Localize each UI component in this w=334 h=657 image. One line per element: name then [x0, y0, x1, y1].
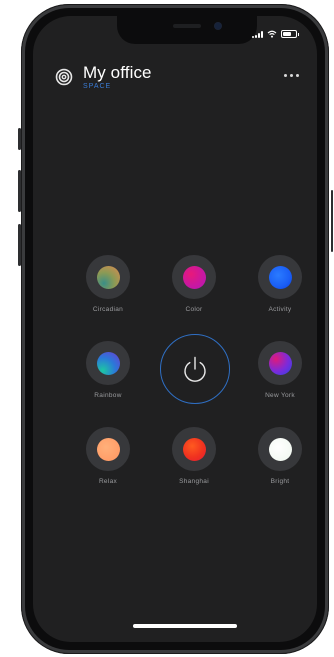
shanghai-swatch [182, 437, 206, 461]
page-subtitle: SPACE [83, 83, 112, 90]
preset-ring [172, 427, 216, 471]
new-york-swatch [268, 351, 292, 375]
preset-label: Activity [268, 306, 292, 313]
color-swatch [182, 265, 206, 289]
power-icon [184, 356, 206, 382]
home-indicator[interactable] [133, 624, 237, 628]
preset-ring [258, 255, 302, 299]
power-toggle-button[interactable] [160, 334, 230, 404]
relax-swatch [96, 437, 120, 461]
preset-circadian[interactable]: Circadian [78, 255, 138, 313]
page-header: My office SPACE [55, 64, 152, 90]
preset-label: Bright [270, 478, 290, 485]
preset-label: Relax [98, 478, 118, 485]
preset-color[interactable]: Color [164, 255, 224, 313]
activity-swatch [268, 265, 292, 289]
preset-shanghai[interactable]: Shanghai [164, 427, 224, 485]
battery-icon [281, 30, 299, 38]
cellular-signal-icon [252, 30, 263, 38]
notch [117, 16, 257, 44]
preset-ring [258, 341, 302, 385]
preset-bright[interactable]: Bright [250, 427, 310, 485]
title-block: My office SPACE [83, 63, 152, 91]
app-screen: My office SPACE Circadian Color Activity [33, 16, 317, 642]
preset-label: Shanghai [179, 478, 209, 485]
preset-label: Circadian [92, 306, 124, 313]
preset-label: New York [265, 392, 295, 399]
preset-ring [86, 427, 130, 471]
wifi-icon [267, 30, 277, 38]
preset-label: Rainbow [94, 392, 122, 399]
preset-ring [258, 427, 302, 471]
status-bar [252, 30, 299, 38]
phone-frame: My office SPACE Circadian Color Activity [21, 4, 329, 654]
preset-label: Color [185, 306, 203, 313]
bright-swatch [268, 437, 292, 461]
more-dots-icon[interactable] [284, 74, 299, 77]
rainbow-swatch [96, 351, 120, 375]
preset-activity[interactable]: Activity [250, 255, 310, 313]
preset-rainbow[interactable]: Rainbow [78, 341, 138, 399]
phone-bezel: My office SPACE Circadian Color Activity [25, 8, 325, 650]
preset-ring [86, 341, 130, 385]
preset-ring [86, 255, 130, 299]
preset-new-york[interactable]: New York [250, 341, 310, 399]
preset-relax[interactable]: Relax [78, 427, 138, 485]
preset-ring [172, 255, 216, 299]
circadian-swatch [96, 265, 120, 289]
side-power-button [331, 190, 333, 252]
speaker [173, 24, 201, 28]
concentric-circles-icon[interactable] [55, 68, 73, 86]
page-title: My office [83, 63, 152, 82]
front-camera [215, 23, 221, 29]
